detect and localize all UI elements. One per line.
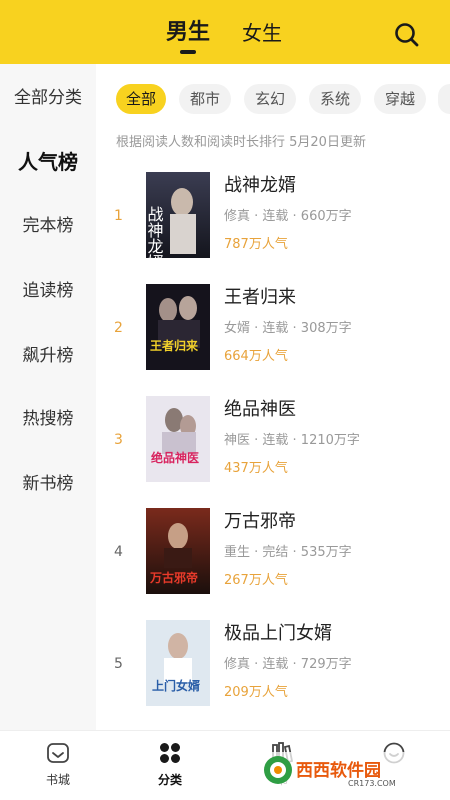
svg-text:CR173.COM: CR173.COM	[348, 779, 396, 788]
book-title: 万古邪帝	[224, 511, 296, 532]
book-popularity: 267万人气	[224, 573, 288, 588]
bookstore-icon	[47, 743, 69, 763]
rank-number: 5	[114, 656, 123, 672]
svg-text:战神龙婿: 战神龙婿	[146, 206, 164, 258]
search-icon	[395, 23, 419, 47]
book-meta: 修真 · 连载 · 729万字	[224, 657, 352, 672]
book-meta: 重生 · 完结 · 535万字	[224, 545, 352, 560]
rank-number: 1	[114, 208, 123, 224]
book-row[interactable]: 2 王者归来 王者归来 女婿 · 连载 · 308万字 664万人气	[96, 284, 450, 396]
nav-label: 分类	[157, 773, 182, 787]
site-watermark: 西西软件园 CR173.COM	[258, 750, 430, 790]
book-meta: 修真 · 连载 · 660万字	[224, 209, 352, 224]
svg-text:上门女婿: 上门女婿	[152, 678, 200, 693]
book-popularity: 437万人气	[224, 461, 288, 476]
book-title: 极品上门女婿	[224, 623, 332, 644]
book-row[interactable]: 3 绝品神医 绝品神医 神医 · 连载 · 1210万字 437万人气	[96, 396, 450, 508]
svg-text:西西软件园: 西西软件园	[296, 760, 381, 781]
sidebar-item-all-categories[interactable]: 全部分类	[0, 86, 96, 110]
ranking-sidebar: 全部分类 人气榜 完本榜 追读榜 飙升榜 热搜榜 新书榜	[0, 64, 96, 730]
sidebar-item-completed[interactable]: 完本榜	[0, 214, 96, 238]
rank-number: 4	[114, 544, 123, 560]
tab-male[interactable]: 男生	[166, 18, 210, 48]
book-cover: 上门女婿	[146, 620, 210, 706]
book-cover: 王者归来	[146, 284, 210, 370]
book-title: 绝品神医	[224, 399, 296, 420]
nav-bookstore[interactable]: 书城	[13, 731, 103, 800]
book-popularity: 787万人气	[224, 237, 288, 252]
sidebar-item-popular[interactable]: 人气榜	[0, 150, 96, 174]
svg-text:王者归来: 王者归来	[150, 338, 199, 353]
book-cover: 万古邪帝	[146, 508, 210, 594]
rank-number: 3	[114, 432, 123, 448]
book-title: 王者归来	[224, 287, 296, 308]
rank-number: 2	[114, 320, 123, 336]
svg-text:万古邪帝: 万古邪帝	[149, 570, 198, 585]
active-tab-indicator	[180, 50, 196, 54]
top-header: 男生 女生	[0, 0, 450, 64]
category-chip-system[interactable]: 系统	[309, 84, 361, 114]
category-chip-fantasy[interactable]: 玄幻	[244, 84, 296, 114]
book-meta: 女婿 · 连载 · 308万字	[224, 321, 352, 336]
sidebar-item-rising[interactable]: 飙升榜	[0, 344, 96, 368]
svg-text:绝品神医: 绝品神医	[151, 450, 199, 465]
app-screen: 男生 女生 全部分类 人气榜 完本榜 追读榜 飙升榜 热搜榜 新书榜 全部 都市…	[0, 0, 450, 800]
category-chip-all[interactable]: 全部	[116, 84, 166, 114]
book-popularity: 209万人气	[224, 685, 288, 700]
category-chip-urban[interactable]: 都市	[179, 84, 231, 114]
book-row[interactable]: 5 上门女婿 极品上门女婿 修真 · 连载 · 729万字 209万人气	[96, 620, 450, 732]
sidebar-item-hot-search[interactable]: 热搜榜	[0, 407, 96, 431]
sidebar-item-new-books[interactable]: 新书榜	[0, 472, 96, 496]
nav-label: 书城	[45, 773, 70, 787]
book-cover: 绝品神医	[146, 396, 210, 482]
book-cover: 战神龙婿	[146, 172, 210, 258]
category-chip-time-travel[interactable]: 穿越	[374, 84, 426, 114]
tab-female[interactable]: 女生	[242, 18, 282, 48]
book-title: 战神龙婿	[224, 175, 296, 196]
book-meta: 神医 · 连载 · 1210万字	[224, 433, 360, 448]
book-row[interactable]: 4 万古邪帝 万古邪帝 重生 · 完结 · 535万字 267万人气	[96, 508, 450, 620]
ranking-note: 根据阅读人数和阅读时长排行 5月20日更新	[116, 135, 366, 150]
category-chip-more[interactable]	[438, 84, 450, 114]
search-button[interactable]	[392, 20, 422, 50]
sidebar-item-following[interactable]: 追读榜	[0, 279, 96, 303]
book-popularity: 664万人气	[224, 349, 288, 364]
book-row[interactable]: 1 战神龙婿 战神龙婿 修真 · 连载 · 660万字 787万人气	[96, 172, 450, 284]
nav-category[interactable]: 分类	[125, 731, 215, 800]
category-icon	[160, 743, 180, 763]
